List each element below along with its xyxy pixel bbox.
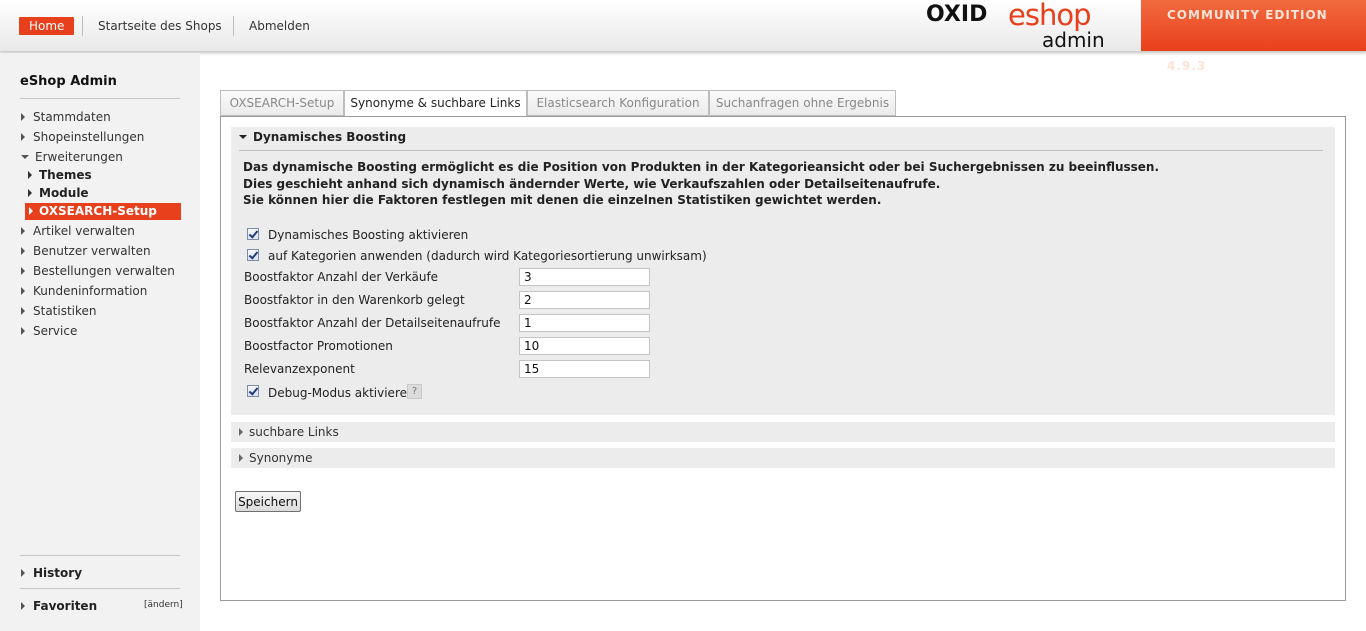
chevron-right-icon xyxy=(21,287,25,295)
chevron-right-icon xyxy=(21,133,25,141)
sidebar-history-label: History xyxy=(33,566,83,580)
sidebar-item-label: Artikel verwalten xyxy=(33,224,135,238)
apply-categories-label: auf Kategorien anwenden (dadurch wird Ka… xyxy=(268,249,707,263)
field-label-promotions: Boostfactor Promotionen xyxy=(244,339,393,353)
sidebar-divider xyxy=(20,588,180,589)
relevance-exponent-input[interactable] xyxy=(519,360,650,378)
sidebar-favoriten[interactable]: Favoriten xyxy=(21,597,97,615)
save-button[interactable]: Speichern xyxy=(235,491,301,512)
section-divider xyxy=(239,150,1323,151)
sidebar-subitem-module[interactable]: Module xyxy=(28,184,89,202)
tab-synonyme-suchbare-links[interactable]: Synonyme & suchbare Links xyxy=(344,90,527,117)
tab-elasticsearch-konfiguration[interactable]: Elasticsearch Konfiguration xyxy=(527,90,709,116)
sidebar-item-shopeinstellungen[interactable]: Shopeinstellungen xyxy=(21,128,144,146)
sidebar-item-label: Erweiterungen xyxy=(35,150,123,164)
logo-admin: admin xyxy=(1042,28,1105,52)
help-icon[interactable]: ? xyxy=(407,384,422,399)
sidebar-item-label: Themes xyxy=(39,168,92,182)
chevron-right-icon xyxy=(28,171,32,179)
section-header-synonyme[interactable]: Synonyme xyxy=(231,448,1335,468)
sidebar-item-statistiken[interactable]: Statistiken xyxy=(21,302,97,320)
sidebar-item-label: Module xyxy=(39,186,89,200)
boosting-active-checkbox[interactable] xyxy=(247,228,259,240)
sidebar-item-service[interactable]: Service xyxy=(21,322,77,340)
section-title: Dynamisches Boosting xyxy=(253,130,407,144)
section-header-suchbare-links[interactable]: suchbare Links xyxy=(231,422,1335,442)
chevron-down-icon xyxy=(21,155,29,159)
tab-oxsearch-setup[interactable]: OXSEARCH-Setup xyxy=(220,90,344,116)
sidebar-item-label: Shopeinstellungen xyxy=(33,130,145,144)
tab-suchanfragen-ohne-ergebnis[interactable]: Suchanfragen ohne Ergebnis xyxy=(709,90,896,116)
chevron-right-icon xyxy=(21,227,25,235)
sidebar-item-label: Service xyxy=(33,324,78,338)
debug-mode-checkbox[interactable] xyxy=(247,385,259,397)
chevron-right-icon xyxy=(21,113,25,121)
description-line: Dies geschieht anhand sich dynamisch änd… xyxy=(243,177,941,191)
field-label-basket: Boostfaktor in den Warenkorb gelegt xyxy=(244,293,465,307)
sidebar-item-benutzer[interactable]: Benutzer verwalten xyxy=(21,242,151,260)
boost-detailviews-input[interactable] xyxy=(519,314,650,332)
chevron-right-icon xyxy=(21,602,25,610)
sidebar-history[interactable]: History xyxy=(21,564,82,582)
header-separator xyxy=(233,16,234,36)
chevron-right-icon xyxy=(21,307,25,315)
sidebar-item-label: OXSEARCH-Setup xyxy=(39,204,157,218)
chevron-right-icon xyxy=(21,247,25,255)
debug-mode-label: Debug-Modus aktivieren xyxy=(268,386,415,400)
sidebar-item-artikel[interactable]: Artikel verwalten xyxy=(21,222,135,240)
sidebar-divider xyxy=(20,98,180,99)
boost-sales-input[interactable] xyxy=(519,268,650,286)
field-label-relevance: Relevanzexponent xyxy=(244,362,355,376)
chevron-down-icon xyxy=(239,135,247,139)
sidebar-item-label: Stammdaten xyxy=(33,110,111,124)
chevron-right-icon xyxy=(29,207,33,215)
oxid-eshop-logo: OXID eshop admin xyxy=(926,0,1116,52)
sidebar-item-bestellungen[interactable]: Bestellungen verwalten xyxy=(21,262,175,280)
section-dynamisches-boosting: Dynamisches Boosting Das dynamische Boos… xyxy=(231,127,1335,415)
sidebar-item-label: Statistiken xyxy=(33,304,97,318)
sidebar-divider xyxy=(20,555,180,556)
shop-frontpage-link[interactable]: Startseite des Shops xyxy=(98,17,222,35)
field-label-detailviews: Boostfaktor Anzahl der Detailseitenaufru… xyxy=(244,316,501,330)
content-panel: Dynamisches Boosting Das dynamische Boos… xyxy=(220,116,1346,601)
sidebar-favoriten-label: Favoriten xyxy=(33,599,98,613)
sidebar: eShop Admin Stammdaten Shopeinstellungen… xyxy=(0,53,200,631)
field-label-sales: Boostfaktor Anzahl der Verkäufe xyxy=(244,270,439,284)
edition-banner: COMMUNITY EDITION 4.9.3 xyxy=(1141,0,1366,73)
logo-oxid: OXID xyxy=(926,2,988,27)
chevron-right-icon xyxy=(21,267,25,275)
sidebar-item-label: Bestellungen verwalten xyxy=(33,264,175,278)
boost-promotions-input[interactable] xyxy=(519,337,650,355)
sidebar-item-kundeninformation[interactable]: Kundeninformation xyxy=(21,282,147,300)
sidebar-item-label: Benutzer verwalten xyxy=(33,244,151,258)
favoriten-edit-link[interactable]: [ändern] xyxy=(144,600,183,610)
logout-link[interactable]: Abmelden xyxy=(249,17,310,35)
top-header: Home Startseite des Shops Abmelden OXID … xyxy=(0,0,1366,73)
chevron-right-icon xyxy=(21,327,25,335)
chevron-right-icon xyxy=(239,428,243,436)
chevron-right-icon xyxy=(239,454,243,462)
sidebar-item-erweiterungen[interactable]: Erweiterungen xyxy=(21,148,123,166)
boosting-active-label: Dynamisches Boosting aktivieren xyxy=(268,228,469,242)
section-title: suchbare Links xyxy=(249,425,339,439)
description-line: Das dynamische Boosting ermöglicht es di… xyxy=(243,160,1160,174)
sidebar-title: eShop Admin xyxy=(20,74,117,89)
section-title: Synonyme xyxy=(249,451,313,465)
header-separator xyxy=(82,16,83,36)
chevron-right-icon xyxy=(21,569,25,577)
section-header-boosting[interactable]: Dynamisches Boosting xyxy=(239,130,406,144)
sidebar-subitem-themes[interactable]: Themes xyxy=(28,166,92,184)
sidebar-item-label: Kundeninformation xyxy=(33,284,148,298)
sidebar-item-stammdaten[interactable]: Stammdaten xyxy=(21,108,111,126)
chevron-right-icon xyxy=(28,189,32,197)
description-line: Sie können hier die Faktoren festlegen m… xyxy=(243,193,882,207)
home-button[interactable]: Home xyxy=(19,17,75,35)
edition-label: COMMUNITY EDITION 4.9.3 xyxy=(1167,8,1328,73)
apply-categories-checkbox[interactable] xyxy=(247,249,259,261)
boost-basket-input[interactable] xyxy=(519,291,650,309)
sidebar-subitem-oxsearch-setup[interactable]: OXSEARCH-Setup xyxy=(25,203,181,220)
